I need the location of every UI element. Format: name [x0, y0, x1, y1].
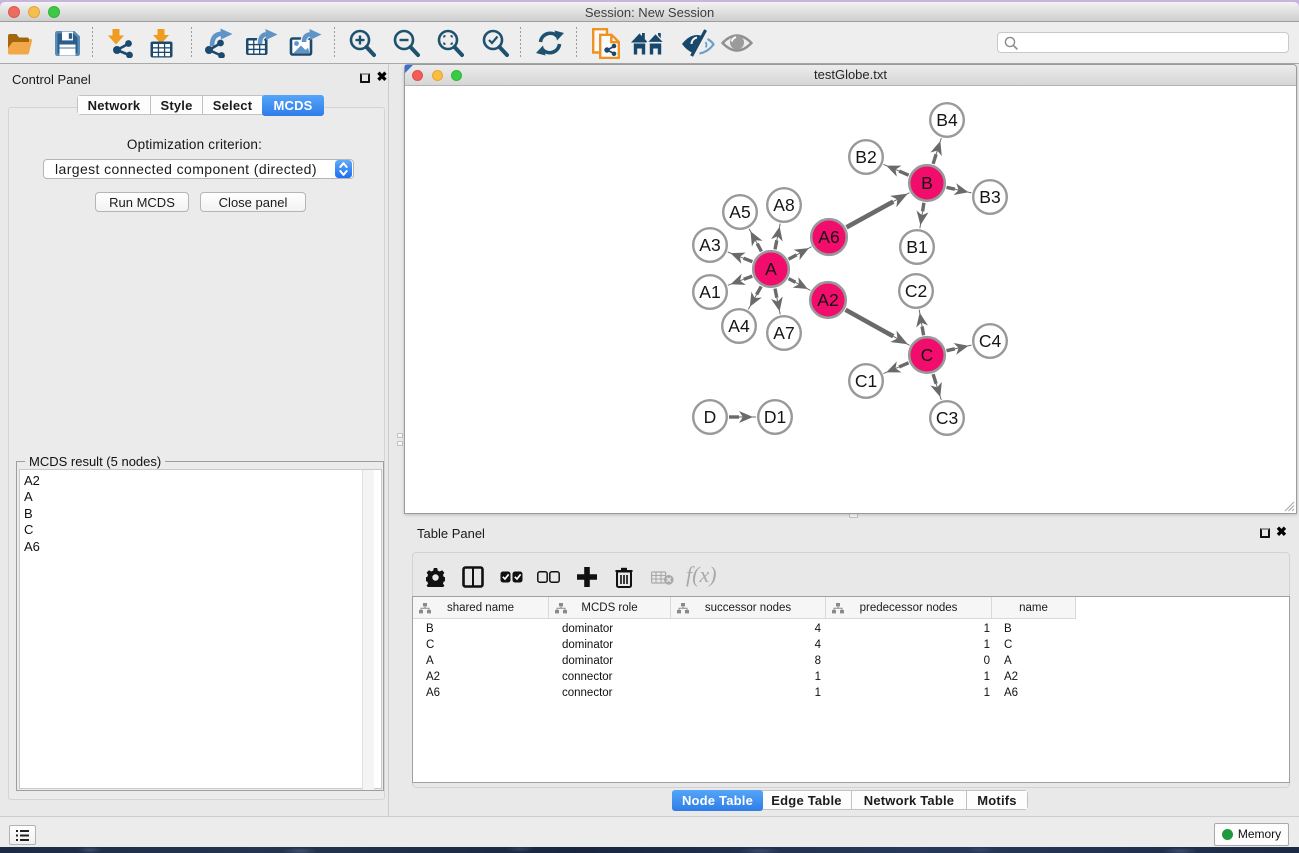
svg-text:D: D [704, 407, 717, 427]
svg-text:A5: A5 [729, 202, 750, 222]
svg-text:B: B [921, 173, 933, 193]
svg-text:A2: A2 [817, 290, 838, 310]
svg-text:B2: B2 [855, 147, 876, 167]
svg-text:A8: A8 [773, 195, 794, 215]
svg-text:B4: B4 [936, 110, 958, 130]
svg-text:A7: A7 [773, 323, 794, 343]
svg-text:D1: D1 [764, 407, 786, 427]
svg-text:C: C [921, 345, 934, 365]
svg-text:A6: A6 [818, 227, 839, 247]
svg-text:A3: A3 [699, 235, 720, 255]
svg-text:A: A [765, 259, 777, 279]
svg-text:C4: C4 [979, 331, 1002, 351]
svg-text:A1: A1 [699, 282, 720, 302]
svg-text:C1: C1 [855, 371, 877, 391]
svg-text:A4: A4 [728, 316, 750, 336]
svg-text:B1: B1 [906, 237, 927, 257]
svg-text:C2: C2 [905, 281, 927, 301]
svg-text:C3: C3 [936, 408, 958, 428]
svg-text:B3: B3 [979, 187, 1000, 207]
